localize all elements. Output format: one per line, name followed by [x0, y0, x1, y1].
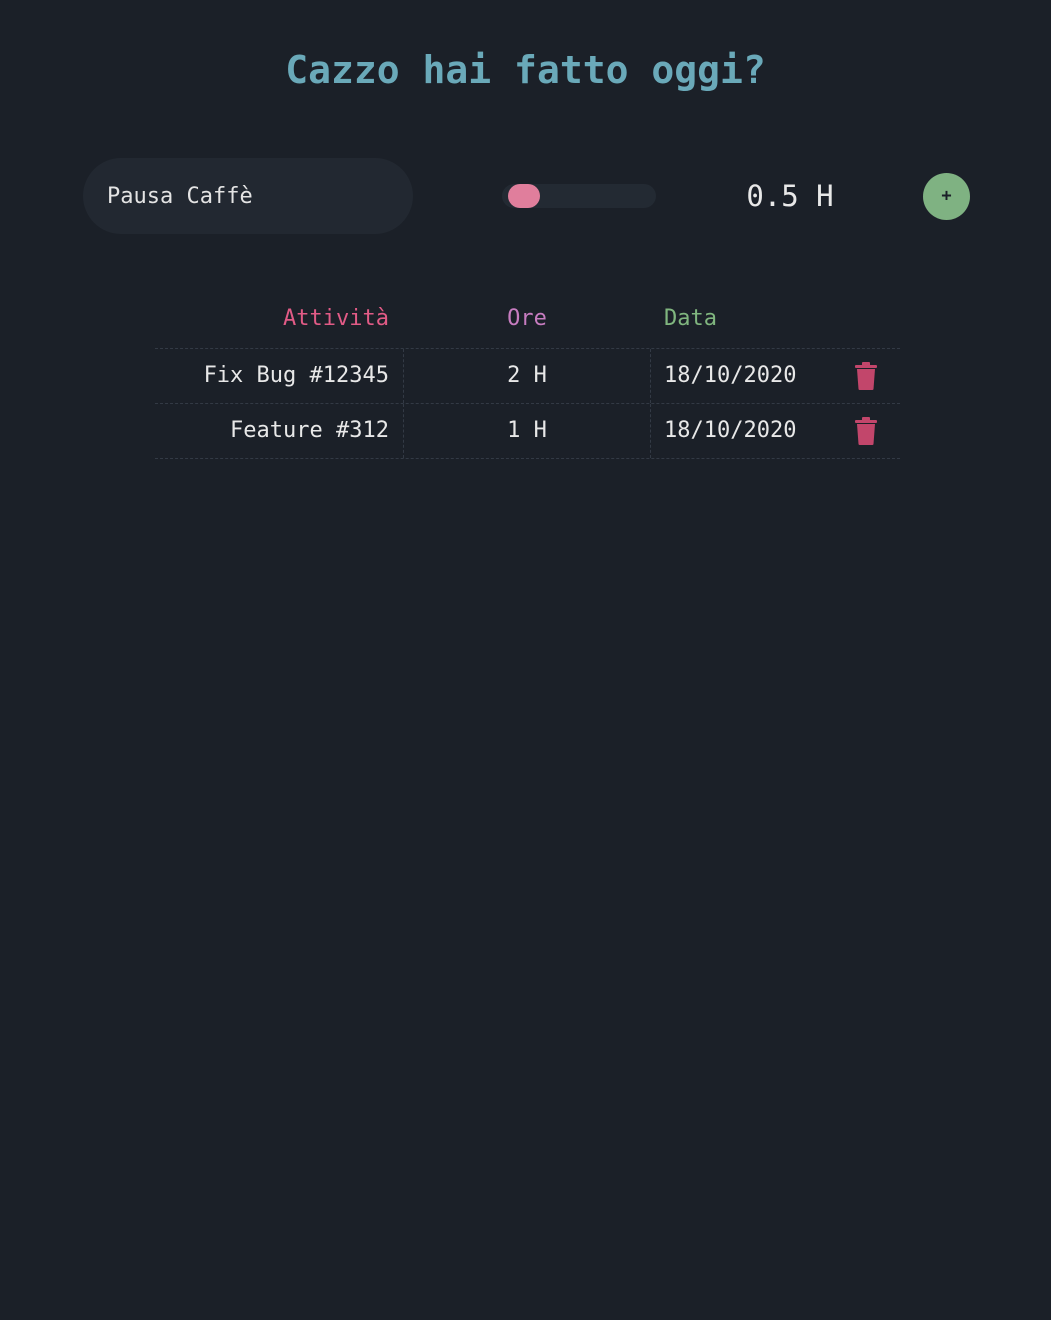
- header-hours: Ore: [507, 306, 547, 331]
- hours-value: 0.5 H: [746, 179, 834, 213]
- delete-button[interactable]: [855, 362, 881, 390]
- row-date: 18/10/2020: [664, 363, 797, 388]
- row-date: 18/10/2020: [664, 418, 797, 443]
- page-title: Cazzo hai fatto oggi?: [285, 48, 766, 92]
- trash-icon: [855, 362, 877, 390]
- header-activity: Attività: [283, 306, 389, 331]
- table-row: Fix Bug #12345 2 H 18/10/2020: [155, 348, 900, 403]
- row-activity: Fix Bug #12345: [203, 363, 389, 388]
- table-row: Feature #312 1 H 18/10/2020: [155, 403, 900, 459]
- row-hours: 1 H: [403, 404, 651, 458]
- activity-input[interactable]: [83, 158, 413, 234]
- trash-icon: [855, 417, 877, 445]
- add-button[interactable]: +: [923, 173, 970, 220]
- delete-button[interactable]: [855, 417, 881, 445]
- header-date: Data: [664, 306, 717, 331]
- hours-slider-thumb[interactable]: [508, 184, 540, 208]
- hours-slider[interactable]: [502, 184, 656, 208]
- row-activity: Feature #312: [230, 418, 389, 443]
- table-header: Attività Ore Data: [155, 294, 900, 348]
- activity-table: Attività Ore Data Fix Bug #12345 2 H 18/…: [155, 294, 900, 459]
- row-hours: 2 H: [403, 349, 651, 403]
